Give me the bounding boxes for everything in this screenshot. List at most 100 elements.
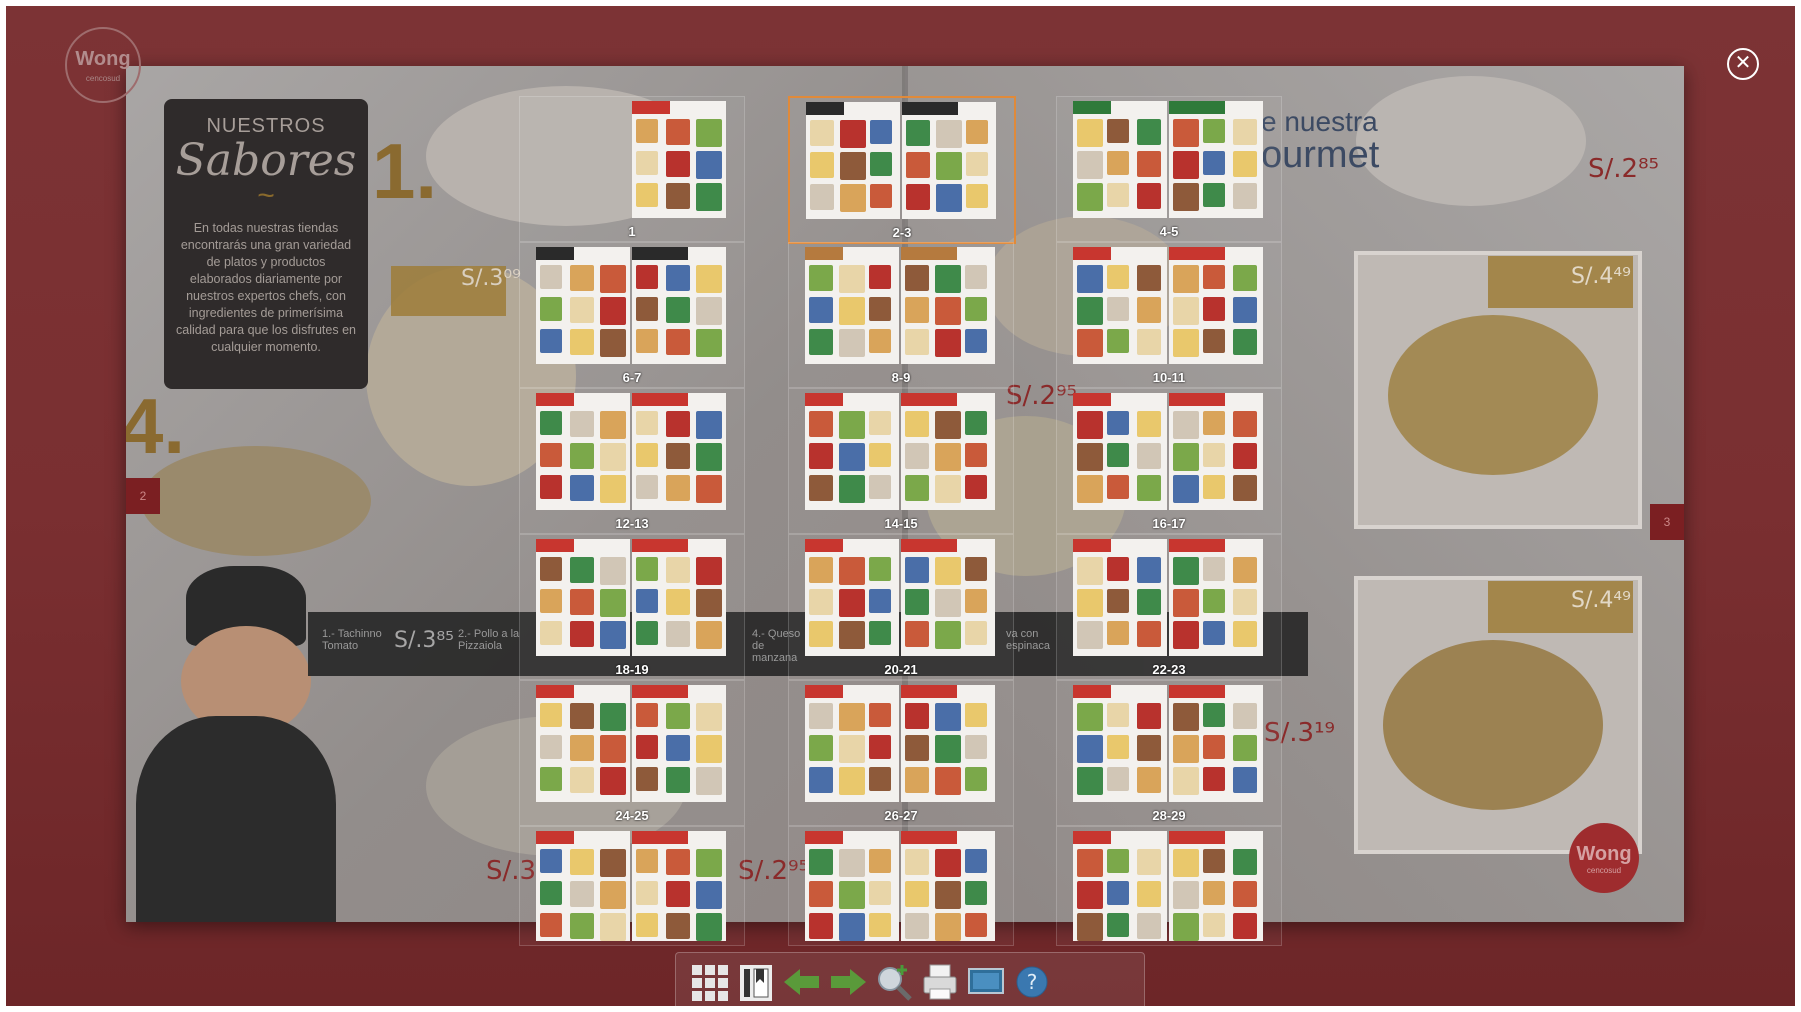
price-label: S/.4⁴⁹ — [1571, 264, 1632, 289]
item-number: 1. — [372, 127, 438, 215]
zoom-in-button[interactable] — [874, 961, 914, 1003]
wong-logo-bottom-right: Wong cencosud — [1569, 823, 1639, 893]
page-thumbnail[interactable]: 20-21 — [788, 534, 1014, 680]
thumbnail-page-preview — [536, 393, 630, 510]
page-thumbnail[interactable] — [788, 826, 1014, 946]
table-of-contents-button[interactable] — [736, 961, 776, 1003]
thumbnail-page-preview — [806, 102, 900, 219]
thumbnail-page-preview — [902, 102, 996, 219]
page-thumbnail[interactable]: 12-13 — [519, 388, 745, 534]
close-icon: ✕ — [1734, 52, 1752, 74]
question-icon: ? — [1016, 966, 1048, 998]
page-thumbnail[interactable]: 1 — [519, 96, 745, 242]
thumbnail-page-number: 26-27 — [884, 808, 918, 823]
thumbnail-page-preview — [1169, 685, 1263, 802]
page-thumbnail[interactable]: 14-15 — [788, 388, 1014, 534]
thumbnail-page-preview — [632, 393, 726, 510]
viewer-overlay: NUESTROS Sabores ~ En todas nuestras tie… — [6, 6, 1795, 1006]
thumbnail-page-preview — [1169, 101, 1263, 218]
thumbnail-page-preview — [901, 539, 995, 656]
logo-subword: cencosud — [85, 74, 121, 83]
grid-icon — [692, 965, 728, 1001]
thumbnail-page-number: 4-5 — [1159, 224, 1179, 239]
page-tab-right: 3 — [1650, 504, 1684, 540]
thumbnail-page-number: 6-7 — [622, 370, 642, 385]
strip-item: 1.- Tachinno Tomato — [322, 628, 382, 652]
help-button[interactable]: ? — [1012, 961, 1052, 1003]
page-thumbnail[interactable]: 28-29 — [1056, 680, 1282, 826]
page-thumbnail[interactable]: 10-11 — [1056, 242, 1282, 388]
thumbnail-page-preview — [536, 685, 630, 802]
logo-word: Wong — [75, 48, 131, 70]
thumbnail-page-preview — [632, 539, 726, 656]
thumbnail-page-preview — [536, 247, 630, 364]
thumbnail-page-preview — [805, 831, 899, 941]
page-thumbnail[interactable]: 22-23 — [1056, 534, 1282, 680]
thumbnail-page-preview — [901, 247, 995, 364]
arrow-left-icon — [784, 969, 819, 995]
thumbnail-page-number: 18-19 — [615, 662, 649, 677]
book-icon — [740, 965, 772, 1001]
thumbnails-grid-button[interactable] — [690, 961, 730, 1003]
thumbnail-page-preview — [632, 685, 726, 802]
thumbnail-page-preview — [1073, 101, 1167, 218]
next-page-button[interactable] — [828, 961, 868, 1003]
thumbnail-page-preview — [1073, 539, 1167, 656]
page-thumbnail[interactable] — [519, 826, 745, 946]
page-thumbnail[interactable]: 8-9 — [788, 242, 1014, 388]
thumbnail-page-preview — [901, 831, 995, 941]
thumbnail-page-preview — [1073, 393, 1167, 510]
thumbnail-page-preview — [536, 539, 630, 656]
thumbnail-page-preview — [632, 247, 726, 364]
sabores-heading-script: Sabores — [175, 135, 357, 186]
thumbnail-page-preview — [536, 831, 630, 941]
page-thumbnail[interactable] — [1056, 826, 1282, 946]
thumbnail-page-number: 28-29 — [1152, 808, 1186, 823]
thumbnail-page-number: 22-23 — [1152, 662, 1186, 677]
print-button[interactable] — [920, 961, 960, 1003]
thumbnail-page-number: 1 — [628, 224, 636, 239]
thumbnail-page-preview — [805, 247, 899, 364]
thumbnail-page-number: 8-9 — [891, 370, 911, 385]
thumbnail-page-number: 10-11 — [1152, 370, 1186, 385]
thumbnail-page-number: 20-21 — [884, 662, 918, 677]
previous-page-button[interactable] — [782, 961, 822, 1003]
thumbnail-page-preview — [1169, 393, 1263, 510]
page-thumbnail[interactable]: 24-25 — [519, 680, 745, 826]
page-thumbnail[interactable]: 16-17 — [1056, 388, 1282, 534]
food-photo — [1356, 76, 1586, 206]
page-thumbnail[interactable]: 18-19 — [519, 534, 745, 680]
arrow-right-icon — [831, 969, 866, 995]
price-label: S/.3⁰⁹ — [461, 266, 522, 291]
thumbnail-page-preview — [1169, 247, 1263, 364]
wong-logo-top-left: Wong cencosud — [65, 27, 141, 103]
page-thumbnail[interactable]: 4-5 — [1056, 96, 1282, 242]
thumbnail-page-preview — [901, 393, 995, 510]
swash-ornament: ~ — [257, 179, 275, 212]
close-button[interactable]: ✕ — [1727, 48, 1759, 80]
item-number: 4. — [126, 382, 186, 470]
thumbnail-page-preview — [1169, 831, 1263, 941]
printer-icon — [923, 964, 957, 1000]
page-thumbnail[interactable]: 2-3 — [788, 96, 1016, 244]
thumbnail-page-preview — [805, 685, 899, 802]
thumbnail-page-preview — [1169, 539, 1263, 656]
thumbnail-page-preview — [632, 101, 726, 218]
sabores-description: En todas nuestras tiendas encontrarás un… — [176, 221, 356, 354]
page-thumbnail[interactable]: 6-7 — [519, 242, 745, 388]
thumbnail-page-preview — [901, 685, 995, 802]
price-label: S/.2⁸⁵ — [1588, 154, 1659, 184]
strip-price: S/.3⁸⁵ — [394, 628, 455, 653]
fullscreen-button[interactable] — [966, 961, 1006, 1003]
thumbnail-page-number: 14-15 — [884, 516, 918, 531]
thumbnail-page-preview — [805, 539, 899, 656]
page-thumbnail[interactable]: 26-27 — [788, 680, 1014, 826]
chef-jacket — [136, 716, 336, 922]
nuestros-sabores-box: NUESTROS Sabores ~ En todas nuestras tie… — [164, 99, 368, 389]
logo-subword: cencosud — [1586, 866, 1622, 875]
monitor-icon — [968, 968, 1004, 994]
price-label: S/.4⁴⁹ — [1571, 588, 1632, 613]
thumbnail-page-preview — [1073, 685, 1167, 802]
thumbnail-page-preview — [1073, 247, 1167, 364]
svg-text:?: ? — [1027, 970, 1038, 994]
